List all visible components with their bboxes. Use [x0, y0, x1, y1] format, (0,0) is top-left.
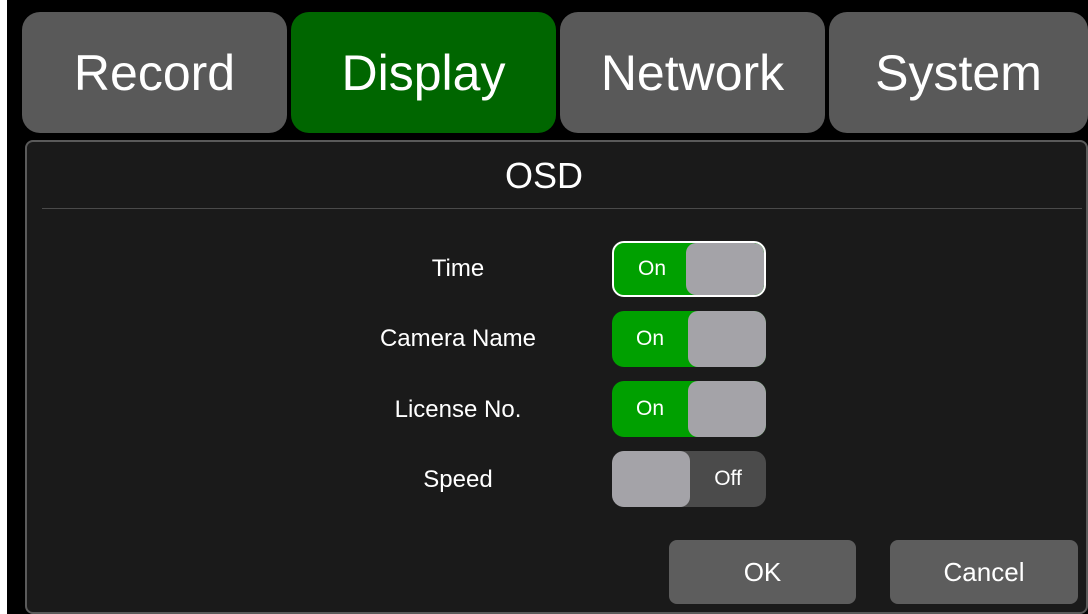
cancel-button-label: Cancel — [943, 556, 1025, 587]
title-divider — [42, 208, 1082, 209]
tab-record[interactable]: Record — [22, 12, 287, 133]
camera-name-toggle[interactable]: On — [612, 311, 766, 367]
ok-button-label: OK — [743, 556, 782, 587]
license-no-toggle[interactable]: On — [612, 381, 766, 437]
speed-toggle-state: Off — [714, 467, 742, 490]
license-no-toggle-state: On — [635, 397, 664, 420]
tab-network-label: Network — [600, 44, 785, 101]
ok-button[interactable]: OK — [669, 540, 856, 604]
time-toggle-state: On — [637, 257, 666, 280]
setting-label-speed: Speed — [423, 466, 493, 493]
tab-display-label: Display — [341, 44, 506, 101]
tab-record-label: Record — [73, 44, 236, 101]
time-toggle-knob — [686, 243, 764, 295]
camera-name-toggle-state: On — [635, 327, 664, 350]
speed-toggle-knob — [612, 451, 690, 507]
setting-label-license-no: License No. — [394, 396, 522, 423]
panel-title: OSD — [504, 155, 583, 196]
tab-system-label: System — [875, 44, 1042, 101]
tab-system[interactable]: System — [829, 12, 1088, 133]
license-no-toggle-knob — [688, 381, 766, 437]
time-toggle[interactable]: On — [612, 241, 766, 297]
tab-display[interactable]: Display — [291, 12, 556, 133]
setting-label-time: Time — [431, 255, 485, 282]
speed-toggle[interactable]: Off — [612, 451, 766, 507]
tab-network[interactable]: Network — [560, 12, 825, 133]
camera-name-toggle-knob — [688, 311, 766, 367]
cancel-button[interactable]: Cancel — [890, 540, 1078, 604]
setting-label-camera-name: Camera Name — [379, 325, 537, 352]
